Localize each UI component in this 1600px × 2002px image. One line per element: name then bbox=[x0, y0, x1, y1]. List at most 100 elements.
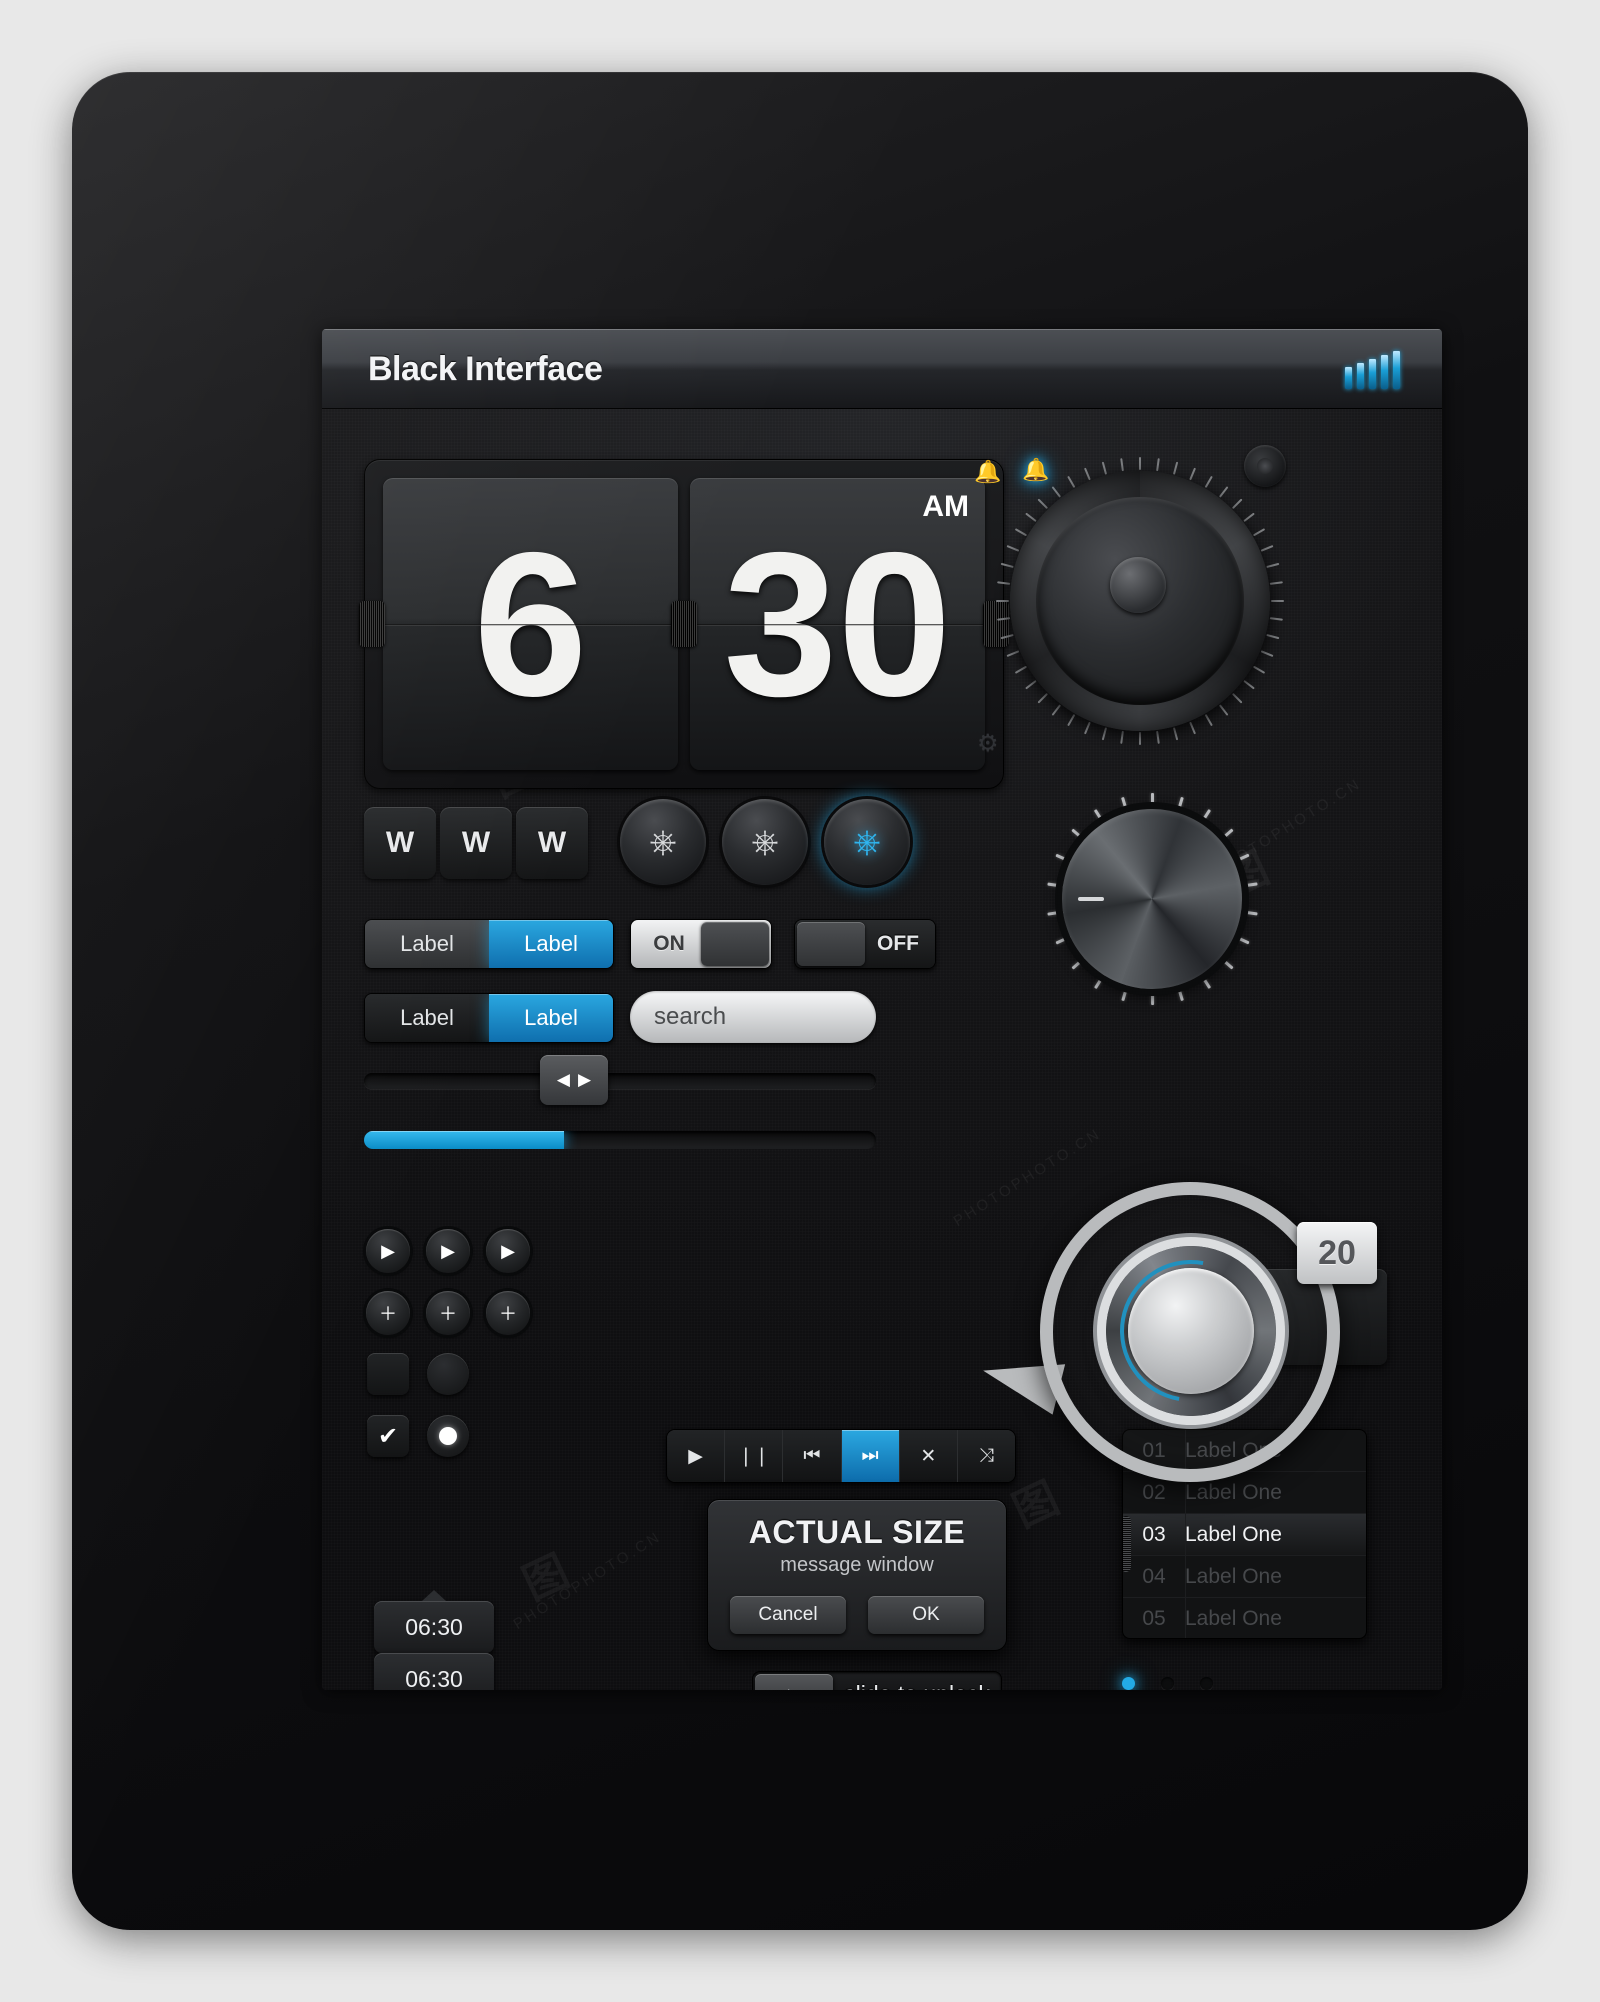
w-button-2[interactable]: W bbox=[440, 807, 512, 879]
power-button-1[interactable]: ⎈ bbox=[620, 799, 706, 885]
radio-unselected[interactable] bbox=[427, 1353, 469, 1395]
close-icon: ✕ bbox=[920, 1445, 937, 1467]
slider-handle[interactable]: ◀ ▶ bbox=[540, 1055, 608, 1105]
power-icon: ⎈ bbox=[751, 823, 779, 861]
list-item-label: Label One bbox=[1185, 1480, 1282, 1504]
time-bubble-value: 06:30 bbox=[405, 1665, 463, 1691]
switch-label-on: ON bbox=[653, 932, 685, 955]
segment-2-selected[interactable]: Label bbox=[489, 994, 613, 1042]
list-scrollbar[interactable] bbox=[1123, 1516, 1131, 1572]
bell-off-icon[interactable]: 🔔 bbox=[974, 461, 1001, 483]
progress-bar-fill bbox=[364, 1131, 564, 1149]
flip-clock-hours: 6 bbox=[383, 478, 678, 770]
media-pause-button[interactable]: ❘❘ bbox=[725, 1430, 784, 1482]
knob-indicator-dot bbox=[1110, 557, 1166, 613]
bell-on-icon[interactable]: 🔔 bbox=[1022, 459, 1049, 481]
radio-selected[interactable] bbox=[427, 1415, 469, 1457]
time-bubble-value: 06:30 bbox=[405, 1613, 463, 1640]
progress-bar bbox=[364, 1131, 876, 1149]
segmented-control-2[interactable]: Label Label bbox=[364, 993, 614, 1043]
volume-knob-large[interactable] bbox=[996, 457, 1284, 745]
w-button-3[interactable]: W bbox=[516, 807, 588, 879]
page-title: Black Interface bbox=[368, 350, 603, 388]
play-icon: ▶ bbox=[501, 1240, 515, 1261]
flip-seam bbox=[690, 624, 985, 626]
page-indicator-dots[interactable] bbox=[1122, 1677, 1213, 1690]
gear-icon[interactable]: ⚙ bbox=[977, 729, 999, 758]
title-bar: Black Interface bbox=[322, 329, 1442, 409]
switch-thumb[interactable] bbox=[797, 922, 865, 966]
plus-icon: ＋ bbox=[439, 1304, 457, 1324]
media-controls[interactable]: ▶ ❘❘ ⏮ ⏭ ✕ ⤨ bbox=[666, 1429, 1016, 1483]
slider-track[interactable] bbox=[364, 1073, 876, 1089]
power-icon: ⎈ bbox=[649, 823, 677, 861]
unlock-handle[interactable]: ▶ bbox=[755, 1674, 833, 1690]
segment-2-selected[interactable]: Label bbox=[489, 920, 613, 968]
switch-label-off: OFF bbox=[877, 932, 919, 955]
flip-hinge-middle bbox=[671, 601, 697, 647]
list-item[interactable]: 04 Label One bbox=[1123, 1556, 1366, 1598]
list-item-label: Label One bbox=[1185, 1564, 1282, 1588]
power-button-2[interactable]: ⎈ bbox=[722, 799, 808, 885]
round-play-button-1[interactable]: ▶ bbox=[366, 1229, 410, 1273]
power-button-3-active[interactable]: ⎈ bbox=[824, 799, 910, 885]
search-input[interactable]: search bbox=[630, 991, 876, 1043]
round-play-button-3[interactable]: ▶ bbox=[486, 1229, 530, 1273]
page-dot-2[interactable] bbox=[1161, 1677, 1174, 1690]
list-item-selected[interactable]: 03 Label One bbox=[1123, 1514, 1366, 1556]
list-item-number: 02 bbox=[1142, 1480, 1166, 1504]
media-shuffle-button[interactable]: ⤨ bbox=[957, 1430, 1015, 1482]
w-button-1[interactable]: W bbox=[364, 807, 436, 879]
media-close-button[interactable]: ✕ bbox=[899, 1430, 958, 1482]
switch-thumb[interactable] bbox=[701, 922, 769, 966]
ok-button[interactable]: OK bbox=[868, 1596, 984, 1634]
arrow-right-icon: ▶ bbox=[578, 1070, 592, 1089]
dialog-subtitle: message window bbox=[780, 1554, 934, 1576]
time-bubble-bottom[interactable]: 06:30 bbox=[374, 1653, 494, 1690]
led-indicator bbox=[1244, 445, 1286, 487]
checkbox-checked[interactable]: ✔ bbox=[367, 1415, 409, 1457]
time-bubble-top[interactable]: 06:30 bbox=[374, 1590, 494, 1653]
flip-hinge-left bbox=[359, 601, 385, 647]
radio-dot-icon bbox=[439, 1427, 457, 1445]
tuning-knob-body bbox=[1062, 809, 1242, 989]
arrow-left-icon: ◀ bbox=[556, 1070, 570, 1089]
media-next-button-active[interactable]: ⏭ bbox=[841, 1430, 900, 1482]
segment-1[interactable]: Label bbox=[365, 994, 489, 1042]
round-plus-button-2[interactable]: ＋ bbox=[426, 1291, 470, 1335]
media-play-button[interactable]: ▶ bbox=[667, 1430, 726, 1482]
round-plus-button-1[interactable]: ＋ bbox=[366, 1291, 410, 1335]
toggle-switch-off[interactable]: OFF bbox=[794, 919, 936, 969]
page-dot-1-active[interactable] bbox=[1122, 1677, 1135, 1690]
segment-1[interactable]: Label bbox=[365, 920, 489, 968]
checkbox-unchecked[interactable] bbox=[367, 1353, 409, 1395]
dialog-title: ACTUAL SIZE bbox=[748, 1514, 966, 1550]
segmented-control-1[interactable]: Label Label bbox=[364, 919, 614, 969]
tuning-knob-marker bbox=[1078, 897, 1104, 901]
tuning-knob[interactable] bbox=[1046, 793, 1258, 1006]
next-icon: ⏭ bbox=[861, 1445, 879, 1466]
list-item-number: 03 bbox=[1142, 1522, 1166, 1546]
plus-icon: ＋ bbox=[499, 1304, 517, 1324]
round-plus-button-3[interactable]: ＋ bbox=[486, 1291, 530, 1335]
toggle-switch-on[interactable]: ON bbox=[630, 919, 772, 969]
pause-icon: ❘❘ bbox=[737, 1445, 770, 1467]
slide-to-unlock[interactable]: ▶ slide to unlock bbox=[752, 1671, 1002, 1690]
round-play-button-2[interactable]: ▶ bbox=[426, 1229, 470, 1273]
magnifier-overlay bbox=[976, 1182, 1340, 1482]
list-item[interactable]: 05 Label One bbox=[1123, 1598, 1366, 1638]
play-icon: ▶ bbox=[381, 1240, 395, 1261]
list-item-label: Label One bbox=[1185, 1522, 1282, 1546]
dialog-buttons: Cancel OK bbox=[730, 1596, 984, 1634]
media-previous-button[interactable]: ⏮ bbox=[783, 1430, 842, 1482]
panel-content: PHOTOPHOTO.CN PHOTOPHOTO.CN PHOTOPHOTO.C… bbox=[322, 409, 1442, 1690]
play-icon: ▶ bbox=[441, 1240, 455, 1261]
unlock-label: slide to unlock bbox=[833, 1681, 1001, 1691]
stepper-value-tag: 20 bbox=[1297, 1222, 1377, 1284]
cancel-button[interactable]: Cancel bbox=[730, 1596, 846, 1634]
flip-seam bbox=[383, 624, 678, 626]
page-dot-3[interactable] bbox=[1200, 1677, 1213, 1690]
list-item-label: Label One bbox=[1185, 1606, 1282, 1630]
shuffle-icon: ⤨ bbox=[978, 1445, 995, 1466]
magnifier-rim bbox=[1040, 1182, 1340, 1482]
